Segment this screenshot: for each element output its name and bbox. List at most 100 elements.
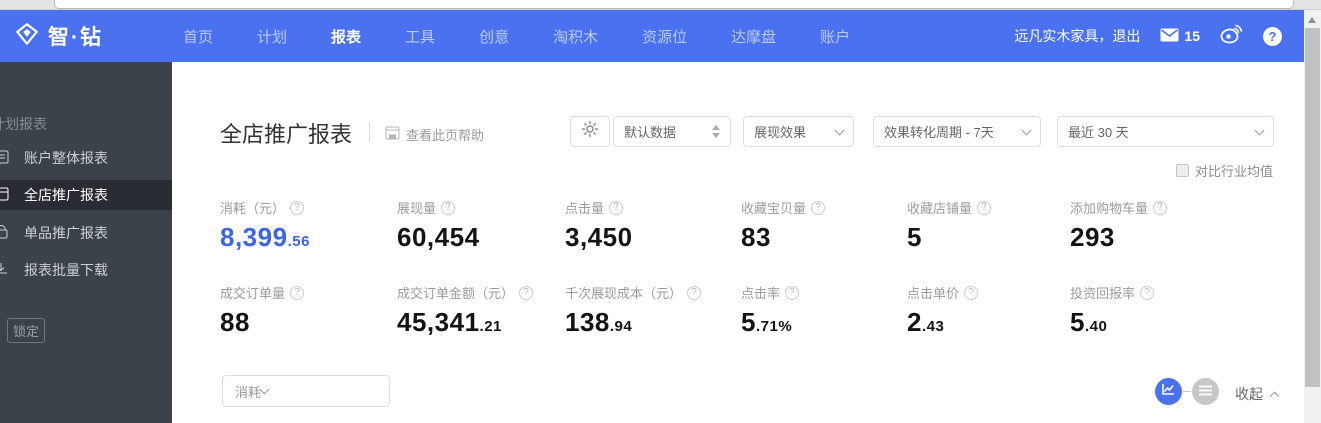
toggle-dash (1183, 391, 1191, 392)
conversion-period-select[interactable]: 效果转化周期 - 7天 (873, 116, 1041, 147)
date-range-select[interactable]: 最近 30 天 (1057, 116, 1274, 147)
question-icon[interactable]: ? (977, 200, 992, 215)
metric-value: 293 (1070, 222, 1115, 252)
question-icon[interactable]: ? (1153, 200, 1168, 215)
metric-item-favorites: 收藏宝贝量? 83 (741, 198, 826, 253)
sidebar-item-account-report[interactable]: 账户整体报表 (0, 143, 172, 173)
gear-icon (581, 120, 599, 143)
nav-item-home[interactable]: 首页 (183, 26, 213, 47)
question-icon[interactable]: ? (441, 200, 456, 215)
line-chart-view-button[interactable] (1155, 378, 1182, 405)
store-report-icon (0, 187, 9, 204)
conversion-period-value: 效果转化周期 - 7天 (884, 125, 994, 140)
sidebar-item-store-report[interactable]: 全店推广报表 (0, 180, 172, 210)
chart-metric-select[interactable]: 消耗 (222, 375, 390, 407)
question-icon[interactable]: ? (811, 200, 826, 215)
sidebar-section-plan-reports: 计划报表 (0, 116, 47, 132)
gem-icon (14, 21, 40, 52)
metric-value: 88 (220, 307, 250, 337)
question-circle-icon[interactable]: ? (1263, 26, 1282, 46)
metric-value: 5.40 (1070, 307, 1108, 337)
question-icon[interactable]: ? (290, 200, 305, 215)
metric-clicks: 点击量? 3,450 (565, 198, 633, 253)
help-book-icon (385, 126, 400, 143)
metric-cpm: 千次展现成本（元）? 138.94 (565, 283, 702, 338)
chevron-down-icon (1021, 125, 1032, 135)
question-icon[interactable]: ? (785, 285, 800, 300)
metric-roi: 投资回报率? 5.40 (1070, 283, 1155, 338)
settings-button[interactable] (570, 116, 610, 147)
metric-label: 消耗（元） (220, 201, 286, 216)
metric-shop-favorites: 收藏店铺量? 5 (907, 198, 992, 253)
metric-label: 点击量 (565, 201, 605, 216)
app-logo[interactable]: 智·钻 (14, 10, 103, 62)
collapse-label: 收起 (1235, 386, 1263, 402)
line-chart-icon (1161, 382, 1176, 401)
mail-count-badge: 15 (1184, 28, 1200, 44)
compare-industry-row: 对比行业均值 (1175, 161, 1273, 180)
metric-value: 60,454 (397, 222, 480, 252)
nav-item-tools[interactable]: 工具 (405, 26, 435, 47)
metric-orders: 成交订单量? 88 (220, 283, 305, 338)
sidebar-item-label: 全店推广报表 (24, 187, 108, 203)
metric-label: 收藏店铺量 (907, 201, 973, 216)
sidebar-item-batch-download[interactable]: 报表批量下载 (0, 255, 172, 285)
effect-select[interactable]: 展现效果 (743, 116, 854, 147)
mail-button[interactable]: 15 (1160, 28, 1200, 45)
browser-top-strip (0, 0, 1321, 10)
browser-omnibox (54, 0, 1294, 9)
nav-item-creative[interactable]: 创意 (479, 26, 509, 47)
account-report-icon (0, 150, 9, 167)
chart-metric-value: 消耗 (235, 384, 262, 400)
scrollbar-up-arrow-icon[interactable] (1308, 17, 1316, 23)
metric-label: 点击单价 (907, 286, 960, 301)
metric-value: 8,399.56 (220, 222, 310, 252)
metric-cost: 消耗（元）? 8,399.56 (220, 198, 310, 253)
metric-label: 添加购物车量 (1070, 201, 1149, 216)
metric-impressions: 展现量? 60,454 (397, 198, 480, 253)
question-icon[interactable]: ? (519, 285, 534, 300)
question-icon[interactable]: ? (1140, 285, 1155, 300)
metric-value: 138.94 (565, 307, 633, 337)
app-logo-text: 智·钻 (48, 26, 103, 49)
data-mode-value: 默认数据 (624, 125, 677, 140)
list-icon (1199, 383, 1212, 401)
nav-item-resource[interactable]: 资源位 (642, 26, 687, 47)
vertical-scrollbar[interactable] (1304, 10, 1321, 423)
date-range-value: 最近 30 天 (1068, 125, 1129, 140)
compare-industry-checkbox[interactable] (1175, 164, 1189, 177)
question-icon[interactable]: ? (290, 285, 305, 300)
top-navbar: 智·钻 首页 计划 报表 工具 创意 淘积木 资源位 达摩盘 账户 远凡实木家具… (0, 10, 1304, 62)
envelope-icon (1160, 28, 1179, 45)
title-divider (369, 122, 370, 142)
scrollbar-thumb[interactable] (1305, 28, 1320, 387)
metric-label: 点击率 (741, 286, 781, 301)
main-content: 全店推广报表 查看此页帮助 默认数据 展现效果 效果转化周期 - 7天 最近 3… (172, 62, 1304, 423)
chevron-down-icon (259, 384, 270, 395)
list-view-button[interactable] (1192, 378, 1219, 405)
nav-item-plan[interactable]: 计划 (257, 26, 287, 47)
weibo-icon[interactable] (1220, 24, 1243, 49)
question-icon[interactable]: ? (687, 285, 702, 300)
nav-item-account[interactable]: 账户 (820, 26, 850, 47)
collapse-toggle[interactable]: 收起 (1235, 384, 1280, 404)
page-help-link[interactable]: 查看此页帮助 (385, 125, 484, 144)
lock-button[interactable]: 锁定 (7, 318, 45, 343)
navbar-right-cluster: 远凡实木家具，退出 15 ? (1014, 10, 1282, 62)
nav-item-taojimu[interactable]: 淘积木 (553, 26, 598, 47)
nav-item-damopan[interactable]: 达摩盘 (731, 26, 776, 47)
user-logout-link[interactable]: 远凡实木家具，退出 (1014, 26, 1140, 46)
chevron-up-icon (1269, 391, 1280, 401)
sidebar-item-label: 报表批量下载 (24, 262, 108, 278)
metric-order-amount: 成交订单金额（元）? 45,341.21 (397, 283, 534, 338)
metric-value: 45,341.21 (397, 307, 502, 337)
data-mode-select[interactable]: 默认数据 (613, 116, 731, 147)
question-icon[interactable]: ? (609, 200, 624, 215)
sidebar-item-item-report[interactable]: 单品推广报表 (0, 218, 172, 248)
nav-item-report[interactable]: 报表 (331, 26, 361, 47)
compare-industry-label: 对比行业均值 (1194, 164, 1273, 179)
page-help-label: 查看此页帮助 (406, 128, 485, 143)
question-icon[interactable]: ? (964, 285, 979, 300)
sort-carets-icon (712, 125, 720, 138)
metric-label: 投资回报率 (1070, 286, 1136, 301)
